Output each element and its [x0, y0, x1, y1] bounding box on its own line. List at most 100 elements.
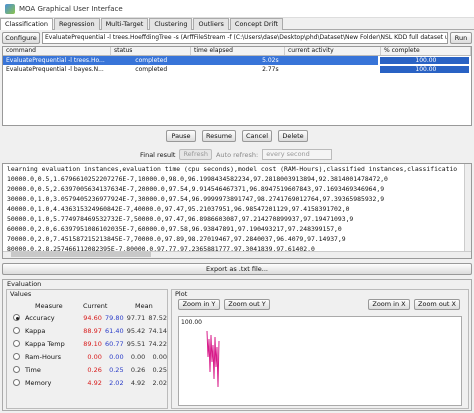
- measure-name: Kappa: [24, 326, 46, 335]
- measure-row-memory[interactable]: Memory 4.92 2.02 4.92 2.02: [13, 377, 167, 388]
- measure-row-accuracy[interactable]: Accuracy 94.60 79.80 97.71 87.52: [13, 312, 167, 323]
- task-time: 5.02s: [189, 56, 283, 65]
- horizontal-scroll-thumb[interactable]: [11, 252, 151, 257]
- tab-classification[interactable]: Classification: [0, 18, 54, 30]
- evaluation-panel: Evaluation Values Measure Current Mean A…: [2, 279, 472, 411]
- zoom-in-x-button[interactable]: Zoom in X: [368, 299, 410, 310]
- plot-svg: [206, 330, 220, 388]
- pause-button[interactable]: Pause: [166, 130, 196, 142]
- header-current-activity[interactable]: current activity: [285, 47, 381, 55]
- tab-concept-drift[interactable]: Concept Drift: [229, 18, 284, 30]
- ram-hours-radio[interactable]: [13, 353, 20, 360]
- measure-row-kappa-temp[interactable]: Kappa Temp 89.10 60.77 95.51 74.22: [13, 338, 167, 349]
- mean-value-a: 95.51: [126, 339, 146, 348]
- cancel-button[interactable]: Cancel: [242, 130, 272, 142]
- task-status: completed: [110, 56, 190, 65]
- tab-multi-target[interactable]: Multi-Target: [100, 18, 149, 30]
- zoom-out-y-button[interactable]: Zoom out Y: [224, 299, 270, 310]
- task-table: command status time elapsed current acti…: [2, 46, 472, 126]
- header-status[interactable]: status: [111, 47, 191, 55]
- measure-row-time[interactable]: Time 0.26 0.25 0.26 0.25: [13, 364, 167, 375]
- task-activity: [282, 56, 378, 65]
- plot-panel: Plot Zoom in Y Zoom out Y Zoom in X Zoom…: [171, 289, 469, 409]
- auto-refresh-label: Auto refresh:: [215, 150, 259, 159]
- table-row[interactable]: EvaluatePrequential -l bayes.N... comple…: [3, 65, 471, 74]
- output-line: 60000.0,2.0,6.6397951086102035E-7,60000.…: [7, 225, 342, 233]
- mean-value-b: 74.14: [148, 326, 167, 335]
- measure-row-kappa[interactable]: Kappa 88.97 61.40 95.42 74.14: [13, 325, 167, 336]
- run-button[interactable]: Run: [450, 32, 472, 44]
- plot-title: Plot: [175, 290, 188, 298]
- window-titlebar: MOA Graphical User Interface: [0, 0, 474, 18]
- current-value-a: 94.60: [83, 313, 102, 322]
- delete-button[interactable]: Delete: [278, 130, 308, 142]
- current-value-b: 0.00: [109, 352, 124, 361]
- current-value-a: 89.10: [83, 339, 102, 348]
- kappa-temp-radio[interactable]: [13, 340, 20, 347]
- values-panel: Values Measure Current Mean Accuracy 94.…: [6, 289, 168, 409]
- mean-value-b: 74.22: [148, 339, 167, 348]
- time-radio[interactable]: [13, 366, 20, 373]
- zoom-in-y-button[interactable]: Zoom in Y: [178, 299, 220, 310]
- command-input[interactable]: EvaluatePrequential -l trees.HoeffdingTr…: [42, 32, 448, 44]
- measure-name: Time: [24, 365, 41, 374]
- plot-canvas[interactable]: 100.00: [178, 316, 462, 406]
- accuracy-series-line: [206, 330, 220, 388]
- task-command: EvaluatePrequential -l trees.Ho...: [3, 56, 111, 65]
- auto-refresh-select[interactable]: every second: [262, 149, 333, 160]
- task-command: EvaluatePrequential -l bayes.N...: [6, 66, 104, 73]
- task-actions: Pause Resume Cancel Delete: [0, 130, 474, 142]
- tab-outliers[interactable]: Outliers: [193, 18, 229, 30]
- output-textarea[interactable]: learning evaluation instances,evaluation…: [2, 163, 472, 259]
- measure-name: Ram-Hours: [24, 352, 62, 361]
- mean-value-a: 95.42: [126, 326, 146, 335]
- task-table-header: command status time elapsed current acti…: [3, 47, 471, 56]
- task-status: completed: [135, 66, 168, 73]
- current-value-a: 0.00: [87, 352, 102, 361]
- mean-value-b: 87.52: [148, 313, 167, 322]
- resume-button[interactable]: Resume: [202, 130, 236, 142]
- refresh-button[interactable]: Refresh: [179, 149, 212, 160]
- header-time-elapsed[interactable]: time elapsed: [191, 47, 285, 55]
- header-command[interactable]: command: [3, 47, 111, 55]
- current-value-a: 0.26: [87, 365, 102, 374]
- current-value-a: 88.97: [83, 326, 102, 335]
- vertical-scrollbar[interactable]: [464, 164, 471, 258]
- output-line: 20000.0,0.5,2.6397005634137634E-7,20000.…: [7, 185, 385, 193]
- accuracy-radio[interactable]: [13, 314, 20, 321]
- window-title: MOA Graphical User Interface: [19, 4, 123, 13]
- mean-value-a: 0.00: [130, 352, 146, 361]
- output-line: 70000.0,2.0,7.451587215213845E-7,70000.0…: [7, 235, 346, 243]
- current-value-b: 61.40: [104, 326, 124, 335]
- task-progress-bar: 100.00: [379, 57, 469, 64]
- main-tabs: Classification Regression Multi-Target C…: [0, 18, 474, 30]
- mean-value-b: 0.25: [152, 365, 167, 374]
- measure-name: Memory: [24, 378, 52, 387]
- app-logo-icon: [5, 3, 15, 14]
- configure-button[interactable]: Configure: [2, 32, 40, 44]
- command-row: Configure EvaluatePrequential -l trees.H…: [2, 32, 472, 44]
- tab-regression[interactable]: Regression: [54, 18, 100, 30]
- measure-header: Measure: [35, 302, 63, 310]
- measure-name: Accuracy: [24, 313, 55, 322]
- zoom-out-x-button[interactable]: Zoom out X: [414, 299, 460, 310]
- current-value-b: 79.80: [104, 313, 124, 322]
- header-percent-complete[interactable]: % complete: [381, 47, 471, 55]
- tab-clustering[interactable]: Clustering: [149, 18, 193, 30]
- task-progress-bar: 100.00: [379, 66, 469, 73]
- current-header: Current: [83, 302, 108, 310]
- mean-value-b: 2.02: [152, 378, 167, 387]
- output-line: 50000.0,1.0,5.774978469532732E-7,50000.0…: [7, 215, 354, 223]
- mean-value-a: 97.71: [126, 313, 146, 322]
- output-line: 30000.0,1.0,3.0579405236977924E-7,30000.…: [7, 195, 385, 203]
- measure-name: Kappa Temp: [24, 339, 65, 348]
- measure-row-ram-hours[interactable]: Ram-Hours 0.00 0.00 0.00 0.00: [13, 351, 167, 362]
- refresh-row: Final result Refresh Auto refresh: every…: [140, 149, 333, 160]
- memory-radio[interactable]: [13, 379, 20, 386]
- export-txt-button[interactable]: Export as .txt file...: [2, 263, 472, 275]
- export-row: Export as .txt file...: [2, 263, 472, 275]
- task-time: 2.77s: [262, 66, 279, 73]
- kappa-radio[interactable]: [13, 327, 20, 334]
- current-value-b: 0.25: [109, 365, 124, 374]
- table-row[interactable]: EvaluatePrequential -l trees.Ho... compl…: [3, 56, 471, 65]
